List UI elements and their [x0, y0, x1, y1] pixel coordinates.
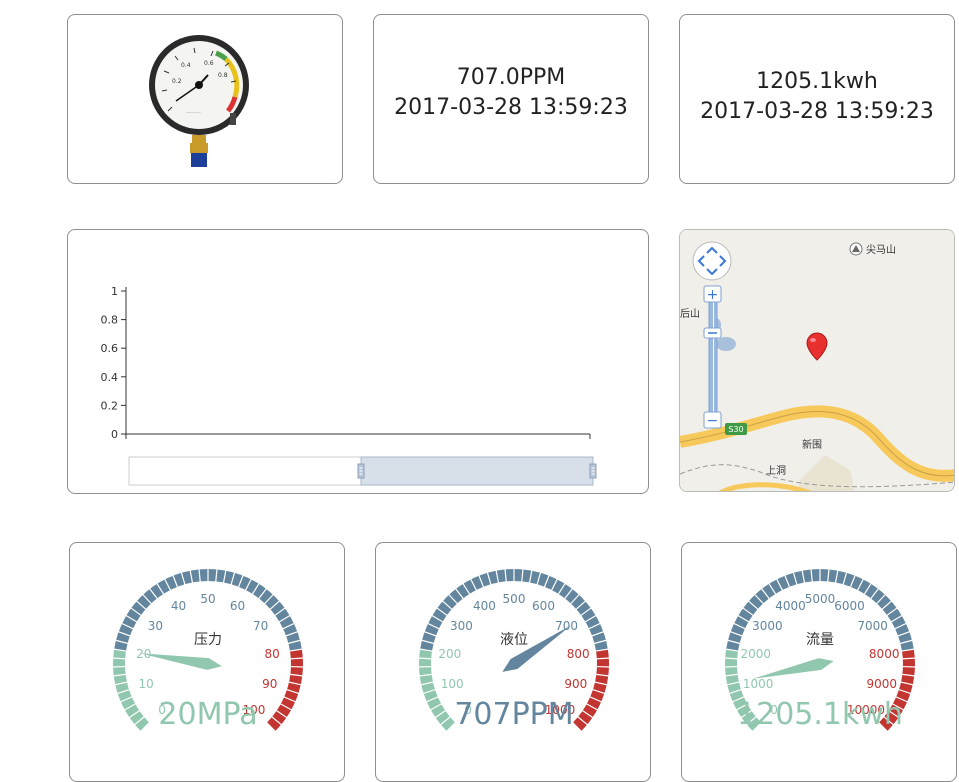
datazoom-handle-end[interactable]	[590, 464, 596, 478]
gauge-value-label: 1205.1kwh	[737, 697, 903, 732]
y-tick-label: 0.8	[101, 314, 119, 327]
peak-marker-icon	[850, 243, 862, 255]
gauge-tick-label: 30	[148, 619, 163, 633]
gauge-tick-label: 9000	[867, 677, 898, 691]
svg-text:0.2: 0.2	[172, 78, 182, 85]
gauge-tick-label: 500	[503, 592, 526, 606]
map-label-new: 新围	[802, 438, 822, 451]
gauge-tick-label: 90	[262, 677, 277, 691]
gauge-tick-label: 2000	[741, 647, 772, 661]
map-label-peak: 尖马山	[866, 243, 896, 256]
y-tick-label: 0	[111, 428, 118, 441]
energy-reading-card: 1205.1kwh 2017-03-28 13:59:23	[679, 14, 955, 184]
gauge-tick-label: 6000	[834, 599, 865, 613]
line-chart-card: 0 0.2 0.4 0.6 0.8 1	[67, 229, 649, 494]
gauge-tick-label: 70	[253, 619, 268, 633]
svg-text:0.6: 0.6	[204, 60, 214, 67]
pressure-gauge-card: 0102030405060708090100压力20MPa	[69, 542, 345, 782]
gauge-tick-label: 3000	[752, 619, 783, 633]
flow-gauge-card: 0100020003000400050006000700080009000100…	[681, 542, 957, 782]
gauge-tick-label: 900	[564, 677, 587, 691]
svg-text:0.8: 0.8	[218, 72, 228, 79]
svg-text:—————: —————	[186, 110, 201, 114]
gauge-tick-label: 600	[532, 599, 555, 613]
gauge-tick-label: 50	[200, 592, 215, 606]
line-chart: 0 0.2 0.4 0.6 0.8 1	[68, 230, 649, 494]
gauge-title: 压力	[194, 632, 222, 648]
pressure-gauge: 0102030405060708090100压力20MPa	[70, 543, 345, 782]
gauge-tick-label: 200	[438, 647, 461, 661]
pressure-image-card: 0.2 0.4 0.6 0.8 —————	[67, 14, 343, 184]
map-label-village: 上洞	[766, 465, 786, 477]
gauge-tick-label: 400	[473, 599, 496, 613]
y-tick-label: 0.6	[101, 342, 119, 355]
map-view[interactable]: S30 尖马山 后山 新围 上洞 +	[680, 230, 955, 492]
datazoom-window[interactable]	[361, 457, 593, 485]
gauge-needle	[753, 658, 834, 679]
datazoom-handle-start[interactable]	[358, 464, 364, 478]
level-value: 707.0PPM	[374, 63, 648, 93]
gauge-tick-label: 7000	[857, 619, 888, 633]
gauge-tick-label: 60	[230, 599, 245, 613]
gauge-tick-label: 80	[265, 647, 280, 661]
y-tick-label: 1	[111, 285, 118, 298]
zoom-out-label: −	[707, 413, 719, 429]
gauge-tick-label: 40	[171, 599, 186, 613]
gauge-title: 流量	[806, 632, 834, 648]
level-timestamp: 2017-03-28 13:59:23	[374, 93, 648, 123]
energy-timestamp: 2017-03-28 13:59:23	[680, 97, 954, 127]
gauge-value-label: 20MPa	[158, 697, 257, 732]
level-gauge-card: 01002003004005006007008009001000液位707PPM	[375, 542, 651, 782]
energy-value: 1205.1kwh	[680, 67, 954, 97]
gauge-tick-label: 800	[567, 647, 590, 661]
gauge-needle	[140, 653, 222, 670]
gauge-value-label: 707PPM	[454, 697, 573, 732]
gauge-tick-label: 4000	[775, 599, 806, 613]
level-gauge: 01002003004005006007008009001000液位707PPM	[376, 543, 651, 782]
road-label: S30	[728, 425, 743, 434]
y-tick-label: 0.2	[101, 399, 119, 412]
flow-gauge: 0100020003000400050006000700080009000100…	[682, 543, 957, 782]
gauge-tick-label: 300	[450, 619, 473, 633]
svg-text:0.4: 0.4	[181, 62, 191, 69]
gauge-tick-label: 700	[555, 619, 578, 633]
y-tick-label: 0.4	[101, 371, 119, 384]
gauge-tick-label: 100	[441, 677, 464, 691]
gauge-tick-label: 1000	[743, 677, 774, 691]
map-pan-control[interactable]	[693, 242, 731, 280]
map-label-left: 后山	[680, 308, 700, 320]
gauge-tick-label: 8000	[869, 647, 900, 661]
gauge-tick-label: 10	[139, 677, 154, 691]
zoom-in-button[interactable]: +	[704, 286, 721, 303]
gauge-title: 液位	[500, 632, 528, 648]
map-card[interactable]: S30 尖马山 后山 新围 上洞 +	[679, 229, 955, 492]
road-shield-s30: S30	[725, 423, 747, 435]
pressure-gauge-photo: 0.2 0.4 0.6 0.8 —————	[68, 15, 343, 184]
zoom-out-button[interactable]: −	[704, 412, 721, 429]
gauge-tick-label: 5000	[805, 592, 836, 606]
level-reading-card: 707.0PPM 2017-03-28 13:59:23	[373, 14, 649, 184]
zoom-in-label: +	[707, 287, 719, 303]
zoom-slider-handle[interactable]	[704, 328, 721, 338]
